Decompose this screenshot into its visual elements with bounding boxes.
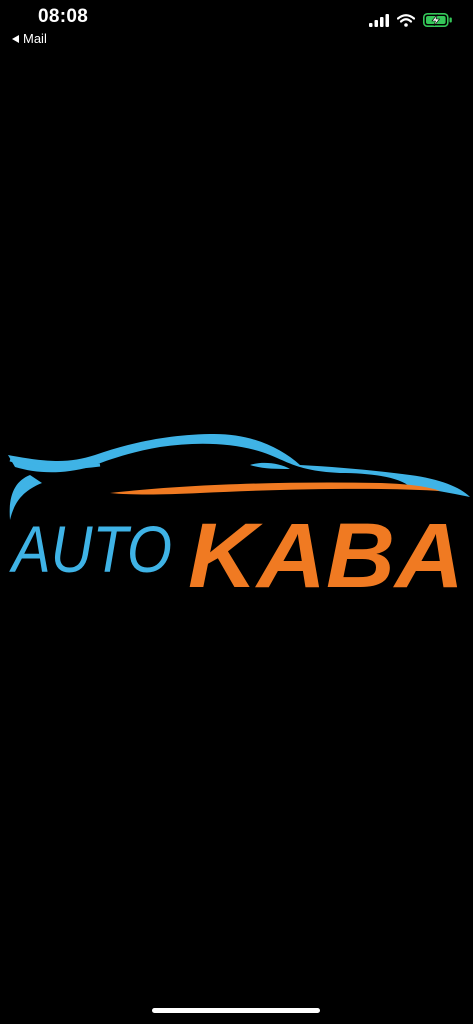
logo-word-auto: AUTO bbox=[8, 512, 172, 586]
orange-swoosh bbox=[110, 482, 440, 495]
back-arrow-icon bbox=[12, 34, 19, 43]
home-indicator[interactable] bbox=[152, 1008, 320, 1013]
status-time: 08:08 bbox=[38, 6, 89, 27]
battery-charging-icon bbox=[423, 13, 452, 27]
auto-kaba-logo: AUTO KABA bbox=[8, 433, 470, 600]
car-window-detail bbox=[250, 462, 290, 469]
cellular-signal-icon bbox=[369, 13, 389, 27]
wifi-icon bbox=[397, 13, 415, 27]
back-to-mail-label: Mail bbox=[23, 31, 47, 46]
image-viewer-screen: 08:08 Mail AUTO KABA bbox=[0, 0, 473, 1024]
status-icons bbox=[369, 13, 453, 27]
back-to-mail-button[interactable]: Mail bbox=[12, 31, 47, 46]
logo-word-kaba: KABA bbox=[188, 505, 464, 600]
